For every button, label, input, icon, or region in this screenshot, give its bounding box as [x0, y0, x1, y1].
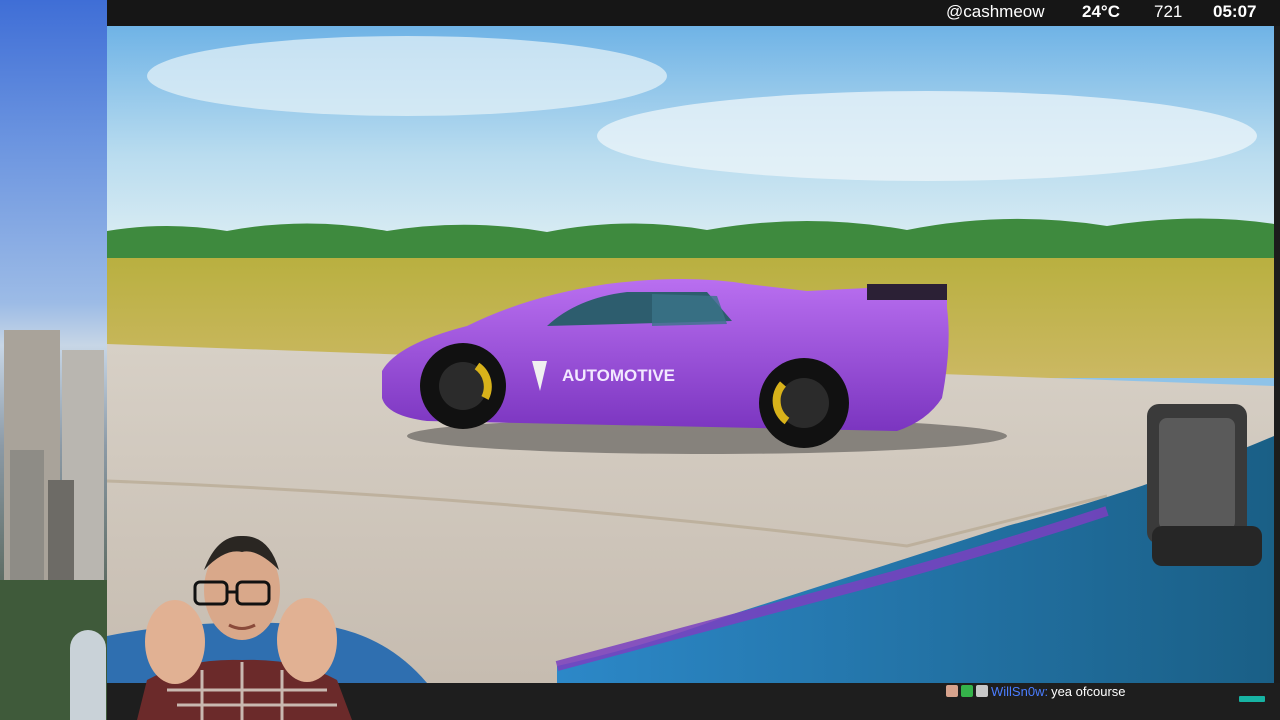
stream-status-bar: @cashmeow 24°C 721 05:07	[107, 0, 1280, 26]
user-avatar-badge-icon	[946, 685, 958, 697]
chat-message: WillSn0w: yea ofcourse	[946, 683, 1126, 699]
car-decal-text: AUTOMOTIVE	[562, 366, 675, 385]
streamer-webcam	[107, 530, 377, 720]
right-hand	[277, 598, 337, 682]
left-hand	[145, 600, 205, 684]
chat-message-text: yea ofcourse	[1051, 683, 1126, 699]
roof-camera-mount	[1147, 404, 1262, 566]
building	[70, 630, 106, 720]
channel-handle: @cashmeow	[946, 2, 1045, 21]
clapper-badge-icon	[976, 685, 988, 697]
verified-check-badge-icon	[961, 685, 973, 697]
temperature-readout: 24°C	[1082, 2, 1120, 21]
chat-username[interactable]: WillSn0w:	[991, 684, 1048, 699]
clock-readout: 05:07	[1213, 2, 1257, 21]
city-background-strip	[0, 0, 107, 720]
status-badge	[1239, 696, 1265, 702]
viewer-count: 721	[1154, 2, 1183, 21]
